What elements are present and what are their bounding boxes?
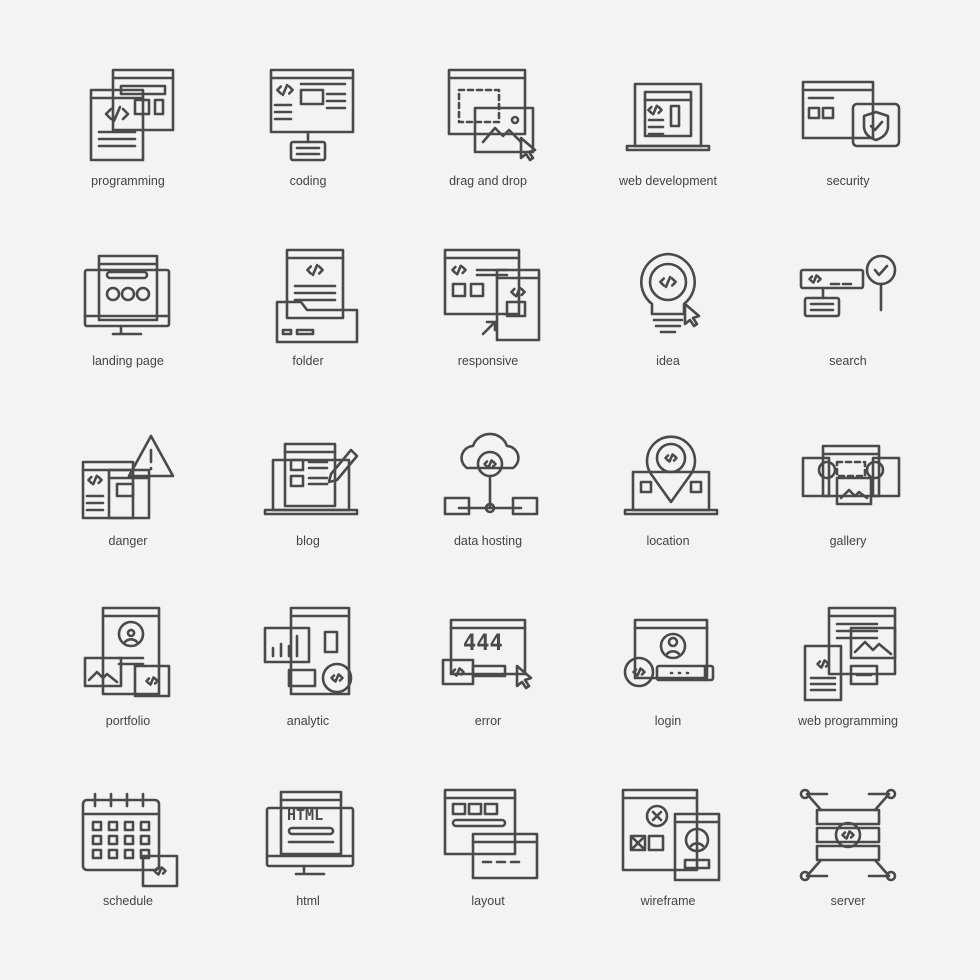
programming-icon [89,68,175,162]
icon-label: portfolio [105,714,151,728]
icon-cell-server: server [758,780,938,960]
danger-icon [81,434,175,520]
icon-cell-wireframe: wireframe [578,780,758,960]
location-icon [623,435,719,516]
icon-label: folder [292,354,324,368]
login-icon [623,618,715,688]
svg-text:444: 444 [463,631,503,656]
icon-label: html [296,894,320,908]
icon-label: security [826,174,870,188]
icon-label: landing page [92,354,164,368]
icon-cell-drag-and-drop: drag and drop [398,60,578,240]
web-programming-icon [803,606,897,702]
icon-label: coding [289,174,327,188]
icon-cell-layout: layout [398,780,578,960]
icon-label: login [654,714,682,728]
icon-label: danger [108,534,148,548]
icon-cell-search: search [758,240,938,420]
server-icon [799,788,897,882]
icon-label: gallery [829,534,867,548]
icon-cell-gallery: gallery [758,420,938,600]
icon-cell-login: login [578,600,758,780]
drag-and-drop-icon [447,68,537,162]
icon-cell-html: HTML html [218,780,398,960]
icon-label: search [829,354,867,368]
icon-cell-responsive: responsive [398,240,578,420]
icon-cell-web-programming: web programming [758,600,938,780]
icon-cell-blog: blog [218,420,398,600]
icon-cell-danger: danger [38,420,218,600]
icon-label: web programming [797,714,899,728]
icon-label: programming [91,174,165,188]
icon-label: analytic [286,714,330,728]
icon-cell-security: security [758,60,938,240]
icon-label: responsive [457,354,519,368]
icon-cell-location: location [578,420,758,600]
data-hosting-icon [443,432,539,516]
icon-cell-web-development: web development [578,60,758,240]
icon-label: location [646,534,690,548]
search-icon [799,254,897,318]
html-icon: HTML [265,790,355,876]
icon-label: error [474,714,502,728]
blog-icon [263,442,359,516]
icon-label: server [830,894,866,908]
icon-grid: programming coding drag and drop web develo… [38,60,938,960]
schedule-icon [81,792,179,888]
responsive-icon [443,248,541,342]
wireframe-icon [621,788,721,882]
layout-icon [443,788,539,880]
folder-icon [275,248,359,344]
icon-cell-schedule: schedule [38,780,218,960]
icon-cell-coding: coding [218,60,398,240]
icon-label: data hosting [453,534,523,548]
icon-cell-programming: programming [38,60,218,240]
icon-cell-landing-page: landing page [38,240,218,420]
svg-text:HTML: HTML [287,806,323,824]
icon-label: layout [471,894,505,908]
icon-label: web development [619,174,717,188]
idea-icon [639,252,701,334]
icon-cell-data-hosting: data hosting [398,420,578,600]
icon-cell-analytic: analytic [218,600,398,780]
icon-label: blog [296,534,320,548]
coding-icon [269,68,355,162]
icon-cell-error: 444 error [398,600,578,780]
icon-label: drag and drop [449,174,527,188]
icon-cell-idea: idea [578,240,758,420]
icon-cell-portfolio: portfolio [38,600,218,780]
icon-cell-folder: folder [218,240,398,420]
icon-label: idea [656,354,680,368]
gallery-icon [801,444,901,506]
icon-label: wireframe [640,894,696,908]
icon-label: schedule [102,894,154,908]
web-development-icon [625,82,711,152]
portfolio-icon [83,606,171,698]
analytic-icon [263,606,353,696]
landing-page-icon [83,254,171,336]
error-icon: 444 [441,618,533,690]
security-icon [801,80,901,148]
